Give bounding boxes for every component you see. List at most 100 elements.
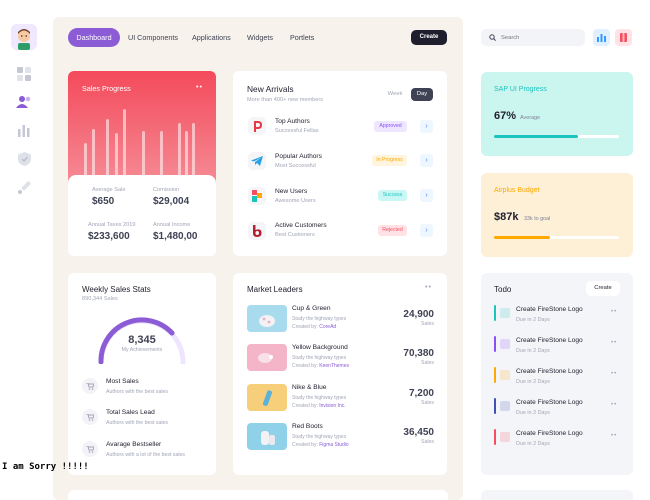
market-leaders-title: Market Leaders — [247, 285, 303, 294]
brush-icon[interactable] — [15, 179, 33, 197]
status-badge: Rejected — [378, 225, 407, 236]
avatar[interactable] — [11, 24, 37, 50]
stat-value: $650 — [92, 196, 115, 207]
nav-widgets[interactable]: Widgets — [247, 30, 273, 46]
arrival-desc: Successful Fellas — [275, 128, 319, 134]
product-sales: 7,200 — [408, 388, 434, 399]
arrival-name: New Users — [275, 188, 308, 195]
sales-progress-title: Sales Progress — [82, 84, 131, 93]
stat-name: Avarage Bestseller — [106, 441, 162, 448]
search-box[interactable] — [481, 29, 585, 46]
status-badge: Success — [378, 190, 407, 201]
product-name: Yellow Background — [292, 344, 348, 351]
new-arrivals-subtitle: More than 400+ new members — [247, 97, 324, 103]
arrival-desc: Most Successful — [275, 163, 316, 169]
budget-value: $87k — [494, 211, 519, 223]
stats-icon[interactable] — [593, 29, 610, 46]
product-sales-unit: Sales — [421, 439, 434, 445]
search-icon — [489, 34, 496, 41]
budget-fill — [494, 236, 551, 239]
todo-color-bar — [494, 429, 496, 445]
chevron-right-icon[interactable]: › — [420, 224, 433, 237]
more-icon[interactable]: •• — [611, 402, 617, 408]
chevron-right-icon[interactable]: › — [420, 189, 433, 202]
product-name: Cup & Green — [292, 305, 331, 312]
sap-progress-title: SAP UI Progress — [494, 86, 547, 93]
todo-due: Due in 2 Days — [516, 441, 550, 447]
more-icon[interactable]: •• — [196, 84, 203, 91]
todo-checkbox[interactable] — [500, 432, 510, 442]
sap-progress-fill — [494, 135, 578, 138]
stat-desc: Authors with the best sales — [106, 389, 168, 395]
users-icon[interactable] — [15, 93, 33, 111]
todo-color-bar — [494, 336, 496, 352]
arrival-name: Active Customers — [275, 222, 327, 229]
todo-color-bar — [494, 398, 496, 414]
bar-chart-icon[interactable] — [15, 121, 33, 139]
sales-stats — [68, 175, 216, 256]
more-icon[interactable]: •• — [611, 340, 617, 346]
product-desc: Study the highway types — [292, 434, 347, 440]
arrival-desc: Awesome Users — [275, 198, 316, 204]
sap-progress-value: 67% — [494, 110, 517, 122]
arrival-name: Popular Authors — [275, 153, 322, 160]
leaf-icon — [248, 187, 266, 205]
bookmark-icon[interactable] — [615, 29, 632, 46]
product-sales: 70,380 — [403, 348, 434, 359]
product-thumbnail — [247, 305, 287, 332]
chevron-right-icon[interactable]: › — [420, 120, 433, 133]
product-sales-unit: Sales — [421, 321, 434, 327]
more-icon[interactable]: •• — [611, 371, 617, 377]
sap-progress-caption: Average — [520, 115, 540, 121]
todo-due: Due in 2 Days — [516, 348, 550, 354]
layout-icon[interactable] — [15, 65, 33, 83]
bottom-card-partial — [68, 490, 448, 500]
cart-icon — [82, 409, 98, 425]
todo-checkbox[interactable] — [500, 370, 510, 380]
arrival-desc: Best Customers — [275, 232, 315, 238]
todo-create-button[interactable]: Create — [586, 281, 620, 296]
weekly-sales-subtitle: 890,344 Sales — [82, 296, 118, 302]
budget-title: Airplus Budget — [494, 187, 540, 194]
todo-name: Create FireStone Logo — [516, 430, 583, 437]
product-author: Created by: KeenThemes — [292, 363, 349, 369]
more-icon[interactable]: •• — [425, 284, 432, 291]
product-thumbnail — [247, 344, 287, 371]
product-desc: Study the highway types — [292, 316, 347, 322]
product-desc: Study the highway types — [292, 395, 347, 401]
todo-name: Create FireStone Logo — [516, 399, 583, 406]
create-button[interactable]: Create — [411, 30, 447, 45]
todo-due: Due in 2 Days — [516, 410, 550, 416]
todo-checkbox[interactable] — [500, 308, 510, 318]
budget-caption: 33k to goal — [524, 216, 551, 222]
tab-week[interactable]: Week — [383, 88, 407, 101]
nav-portlets[interactable]: Portlets — [290, 30, 314, 46]
todo-due: Due in 2 Days — [516, 317, 550, 323]
product-author: Created by: Figma Studio — [292, 442, 349, 448]
more-icon[interactable]: •• — [611, 433, 617, 439]
todo-title: Todo — [494, 285, 512, 294]
nav-applications[interactable]: Applications — [192, 30, 231, 46]
todo-name: Create FireStone Logo — [516, 368, 583, 375]
more-icon[interactable]: •• — [611, 309, 617, 315]
chevron-right-icon[interactable]: › — [420, 154, 433, 167]
todo-name: Create FireStone Logo — [516, 337, 583, 344]
stat-desc: Authors with the best sales — [106, 420, 168, 426]
product-sales: 36,450 — [403, 427, 434, 438]
shield-icon[interactable] — [15, 150, 33, 168]
nav-ui-components[interactable]: UI Components — [128, 30, 178, 46]
todo-checkbox[interactable] — [500, 339, 510, 349]
bebo-icon — [248, 222, 266, 240]
product-author: Created by: CoreAd — [292, 324, 337, 330]
todo-checkbox[interactable] — [500, 401, 510, 411]
nav-dashboard[interactable]: Dashboard — [68, 28, 120, 47]
telegram-icon — [248, 152, 266, 170]
weekly-sales-title: Weekly Sales Stats — [82, 285, 151, 294]
cart-icon — [82, 441, 98, 457]
tab-day[interactable]: Day — [411, 88, 433, 101]
stat-label: Annual Taxes 2019 — [88, 222, 136, 228]
new-arrivals-title: New Arrivals — [247, 84, 294, 94]
search-input[interactable] — [501, 31, 581, 44]
stat-name: Most Sales — [106, 378, 139, 385]
overlay-caption: I am Sorry !!!!! — [2, 462, 89, 472]
